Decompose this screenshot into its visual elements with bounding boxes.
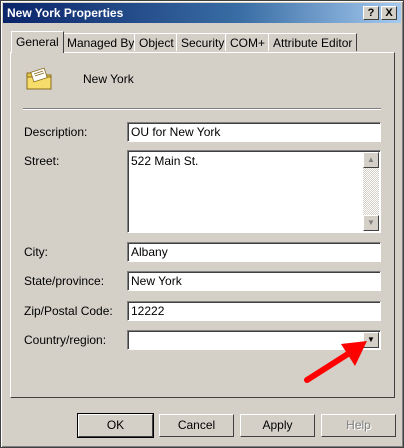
street-scrollbar[interactable]: ▲ ▼ [363, 152, 379, 231]
country-label: Country/region: [24, 333, 107, 347]
street-field[interactable]: 522 Main St. ▲ ▼ [127, 150, 381, 233]
zip-field[interactable]: 12222 [127, 301, 381, 321]
organizational-unit-icon [26, 67, 52, 90]
tab-security[interactable]: Security [176, 33, 230, 51]
street-label: Street: [24, 154, 60, 168]
state-label: State/province: [24, 274, 105, 288]
properties-dialog: New York Properties ? X General Managed … [0, 0, 404, 448]
ok-button[interactable]: OK [77, 413, 154, 438]
tab-attribute-editor[interactable]: Attribute Editor [268, 33, 358, 51]
tab-managed-by[interactable]: Managed By [62, 33, 140, 51]
scroll-down-button[interactable]: ▼ [363, 215, 379, 231]
object-name: New York [83, 72, 134, 86]
title-bar[interactable]: New York Properties ? X [3, 3, 401, 23]
annotation-arrow-icon [304, 341, 367, 383]
window-title: New York Properties [7, 6, 124, 20]
separator [23, 108, 381, 110]
state-field[interactable]: New York [127, 271, 381, 291]
scroll-up-button[interactable]: ▲ [363, 152, 379, 168]
city-label: City: [24, 245, 48, 259]
tab-com-plus[interactable]: COM+ [225, 33, 271, 51]
street-text: 522 Main St. [131, 154, 199, 168]
tab-general[interactable]: General [11, 31, 64, 53]
city-field[interactable]: Albany [127, 242, 381, 262]
cancel-button[interactable]: Cancel [159, 414, 234, 437]
description-label: Description: [24, 125, 88, 139]
description-field[interactable]: OU for New York [127, 122, 381, 142]
close-title-button[interactable]: X [381, 6, 397, 20]
zip-label: Zip/Postal Code: [24, 304, 113, 318]
help-button[interactable]: Help [321, 414, 396, 437]
help-title-button[interactable]: ? [363, 6, 379, 20]
apply-button[interactable]: Apply [240, 414, 315, 437]
tab-object[interactable]: Object [134, 33, 179, 51]
